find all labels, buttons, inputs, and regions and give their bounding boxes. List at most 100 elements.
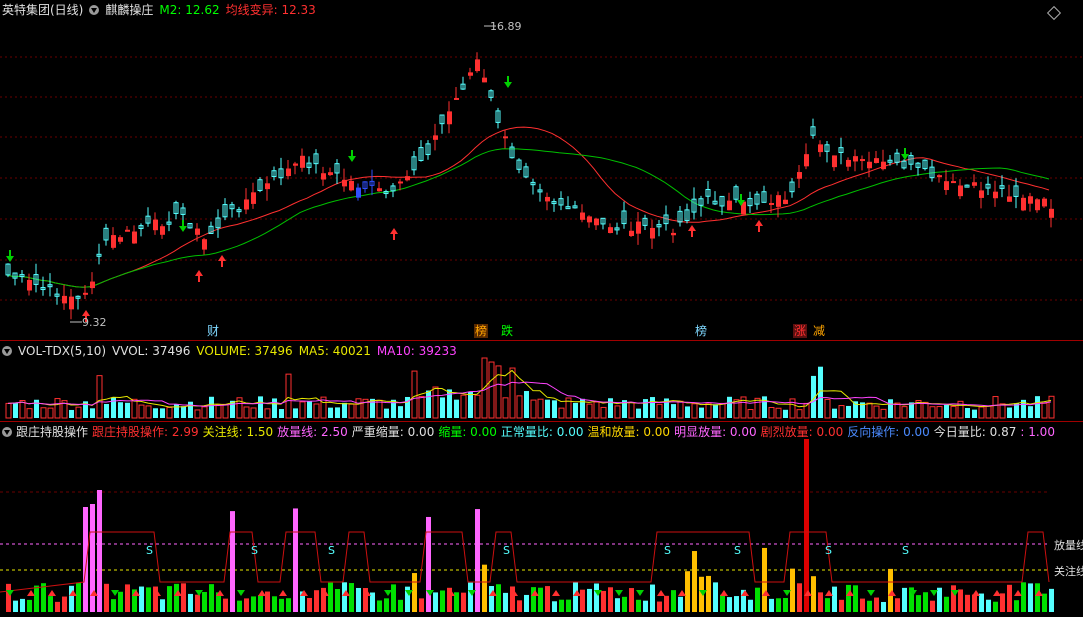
volume-bar	[650, 397, 655, 418]
indicator-bar	[622, 596, 627, 612]
indicator-bar	[552, 601, 557, 612]
volume-bar	[209, 396, 214, 418]
volume-bar	[832, 408, 837, 418]
candlestick-chart[interactable]	[0, 0, 1083, 340]
indicator-bar	[461, 592, 466, 612]
price-panel[interactable]: 英特集团(日线) 麒麟操庄 M2: 12.62 均线变异: 12.33 16.8…	[0, 0, 1083, 340]
volume-bar	[775, 407, 782, 419]
candle-body	[356, 187, 361, 198]
indicator-bar	[671, 590, 676, 612]
event-marker[interactable]: 榜	[694, 324, 708, 338]
volume-bar	[796, 409, 803, 419]
indicator-bar	[202, 591, 207, 612]
volume-bar	[258, 396, 263, 418]
indicator-bar	[139, 586, 144, 612]
candle-body	[846, 159, 851, 167]
indicator-bar	[979, 593, 984, 612]
indicator-bar	[398, 599, 403, 612]
event-marker[interactable]: 财	[206, 324, 220, 338]
indicator-bar	[286, 598, 291, 612]
volume-bar	[5, 402, 12, 419]
event-marker[interactable]: 榜	[474, 324, 489, 338]
volume-bar	[530, 399, 537, 419]
signal-triangle-icon	[720, 590, 728, 596]
volume-bar	[474, 394, 481, 419]
volume-bar	[671, 404, 676, 418]
candle-body	[293, 163, 298, 166]
indicator-bar	[468, 582, 473, 612]
volume-bar	[355, 398, 362, 419]
candle-body	[321, 173, 326, 180]
volume-bar	[992, 396, 999, 419]
indicator-bar	[377, 600, 382, 612]
indicator-bar	[48, 596, 53, 612]
volume-bar	[866, 402, 873, 419]
s-marker: S	[146, 544, 153, 557]
indicator-panel[interactable]: 跟庄持股操作 跟庄持股操作: 2.99 关注线: 1.50 放量线: 2.50 …	[0, 422, 1083, 617]
indicator-bar	[1049, 588, 1054, 612]
indicator-bar	[818, 592, 823, 612]
candle-body	[1021, 197, 1026, 211]
volume-bar	[222, 403, 229, 419]
indicator-bar	[580, 589, 585, 612]
indicator-bar	[272, 596, 277, 612]
volume-bar	[118, 402, 123, 418]
event-marker[interactable]: 减	[812, 324, 826, 338]
event-marker[interactable]: 跌	[500, 324, 514, 338]
volume-bar	[608, 398, 613, 418]
volume-bar	[643, 399, 648, 418]
candle-body	[608, 227, 613, 234]
volume-bar	[188, 401, 193, 418]
indicator-bar	[454, 592, 459, 612]
indicator-chart[interactable]: SSSSSSSS	[0, 422, 1083, 617]
volume-bar	[201, 406, 208, 419]
volume-bar	[313, 403, 320, 419]
indicator-bar	[1014, 600, 1019, 612]
volume-bar	[418, 395, 425, 419]
volume-bar	[824, 398, 831, 419]
volume-bar	[944, 404, 949, 418]
indicator-bar	[692, 551, 697, 612]
volume-bar	[838, 405, 845, 419]
volume-bar	[145, 405, 152, 419]
candle-body	[265, 183, 270, 190]
event-marker[interactable]: 涨	[793, 324, 808, 338]
candle-body	[503, 136, 508, 139]
indicator-bar	[1000, 593, 1005, 612]
indicator-bar	[930, 600, 935, 612]
low-price-label: 9.32	[82, 316, 107, 329]
volume-chart[interactable]	[0, 341, 1083, 421]
volume-bar	[705, 402, 712, 419]
volume-bar	[593, 401, 600, 419]
volume-bar	[691, 403, 698, 419]
indicator-bar	[566, 599, 571, 612]
candle-body	[727, 200, 732, 211]
volume-bar	[293, 408, 298, 418]
indicator-bar	[265, 591, 270, 612]
candle-body	[881, 161, 886, 170]
volume-bar	[285, 373, 292, 419]
indicator-bar	[111, 599, 116, 612]
indicator-bar	[538, 587, 543, 612]
volume-bar	[411, 370, 418, 419]
indicator-bar	[797, 583, 802, 612]
volume-panel[interactable]: VOL-TDX(5,10) VVOL: 37496 VOLUME: 37496 …	[0, 341, 1083, 421]
indicator-bar	[629, 588, 634, 612]
volume-bar	[460, 394, 467, 419]
candle-body	[818, 144, 823, 153]
indicator-bar	[335, 589, 340, 612]
indicator-bar	[13, 600, 18, 612]
indicator-bar	[895, 598, 900, 612]
candle-body	[447, 111, 452, 125]
volume-bar	[636, 408, 641, 418]
candle-body	[405, 176, 410, 181]
volume-bar	[789, 398, 796, 419]
indicator-bar	[6, 583, 11, 612]
volume-bar	[432, 386, 439, 419]
watch-line-label: 关注线	[1054, 565, 1083, 578]
candle-body	[951, 181, 956, 184]
indicator-bar	[734, 596, 739, 612]
signal-triangle-icon	[615, 590, 623, 596]
indicator-bar	[440, 590, 445, 612]
indicator-bar	[762, 547, 767, 612]
